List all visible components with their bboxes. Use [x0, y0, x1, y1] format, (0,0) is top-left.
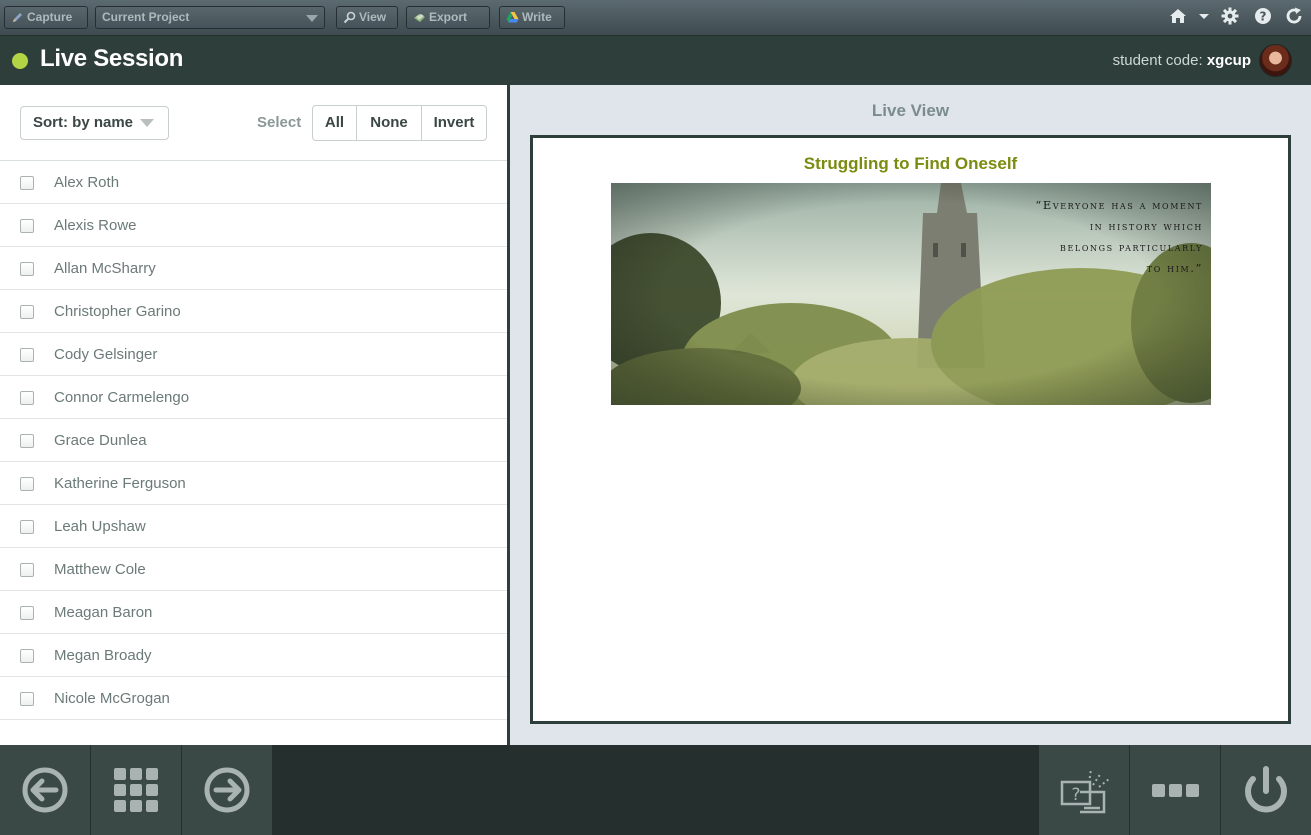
project-select[interactable]: Current Project	[95, 6, 325, 29]
more-button[interactable]	[1130, 745, 1220, 835]
sort-dropdown[interactable]: Sort: by name	[20, 106, 169, 140]
student-name: Nicole McGrogan	[54, 690, 170, 707]
student-name: Leah Upshaw	[54, 518, 146, 535]
student-name: Alexis Rowe	[54, 217, 137, 234]
quiz-icon: ?	[1060, 768, 1110, 814]
student-name: Meagan Baron	[54, 604, 153, 621]
previous-button[interactable]	[0, 745, 90, 835]
capture-button[interactable]: Capture	[4, 6, 88, 29]
arrow-left-icon	[22, 767, 68, 813]
grid-view-button[interactable]	[91, 745, 181, 835]
student-checkbox[interactable]	[20, 520, 34, 534]
student-name: Grace Dunlea	[54, 432, 147, 449]
student-name: Alex Roth	[54, 174, 120, 191]
select-all-button[interactable]: All	[313, 106, 356, 140]
slide-stage: Struggling to Find Oneself “Everyone has…	[530, 135, 1291, 724]
quiz-button[interactable]: ?	[1039, 745, 1129, 835]
bottom-bar: ?	[0, 745, 1311, 835]
student-checkbox[interactable]	[20, 477, 34, 491]
student-row[interactable]: Meagan Baron	[0, 591, 507, 634]
power-icon	[1245, 766, 1287, 813]
student-checkbox[interactable]	[20, 649, 34, 663]
student-checkbox[interactable]	[20, 348, 34, 362]
project-select-value: Current Project	[102, 10, 190, 24]
view-button[interactable]: View	[336, 6, 398, 29]
student-panel: Sort: by name Select All None Invert Ale…	[0, 85, 507, 745]
student-row[interactable]: Katherine Ferguson	[0, 462, 507, 505]
status-indicator	[12, 53, 28, 69]
slide-quote: “Everyone has a moment in history which …	[1035, 198, 1203, 275]
student-row[interactable]: Allan McSharry	[0, 247, 507, 290]
select-none-button[interactable]: None	[356, 106, 421, 140]
select-label: Select	[257, 114, 302, 131]
student-checkbox[interactable]	[20, 262, 34, 276]
student-row[interactable]: Megan Broady	[0, 634, 507, 677]
student-row[interactable]: Alex Roth	[0, 161, 507, 204]
slide-title: Struggling to Find Oneself	[803, 154, 1018, 173]
export-button[interactable]: Export	[406, 6, 490, 29]
student-checkbox[interactable]	[20, 391, 34, 405]
svg-text:?: ?	[1071, 785, 1080, 805]
student-name: Cody Gelsinger	[54, 346, 158, 363]
student-name: Katherine Ferguson	[54, 475, 186, 492]
session-title: Live Session	[40, 45, 184, 72]
drive-icon	[506, 12, 519, 23]
student-checkbox[interactable]	[20, 305, 34, 319]
student-checkbox[interactable]	[20, 434, 34, 448]
write-label: Write	[522, 10, 552, 24]
student-row[interactable]: Matthew Cole	[0, 548, 507, 591]
app-window: Capture Current Project View Export Writ…	[0, 0, 1311, 835]
chevron-down-icon[interactable]	[1194, 6, 1214, 26]
student-row[interactable]: Grace Dunlea	[0, 419, 507, 462]
export-icon	[414, 14, 425, 22]
student-row[interactable]: Leah Upshaw	[0, 505, 507, 548]
student-code-value: xgcup	[1206, 52, 1251, 69]
student-checkbox[interactable]	[20, 219, 34, 233]
session-header: Live Session student code: xgcup	[0, 36, 1311, 85]
student-row[interactable]: Alexis Rowe	[0, 204, 507, 247]
svg-text:?: ?	[1260, 10, 1267, 24]
chevron-down-icon	[140, 119, 154, 127]
top-toolbar: Capture Current Project View Export Writ…	[0, 0, 1311, 36]
grid-icon	[114, 768, 158, 812]
student-name: Christopher Garino	[54, 303, 181, 320]
student-name: Matthew Cole	[54, 561, 146, 578]
arrow-right-icon	[204, 767, 250, 813]
student-checkbox[interactable]	[20, 563, 34, 577]
export-label: Export	[429, 10, 468, 24]
student-checkbox[interactable]	[20, 692, 34, 706]
student-list: Alex Roth Alexis Rowe Allan McSharry Chr…	[0, 160, 507, 720]
slide-image: “Everyone has a moment in history which …	[611, 183, 1211, 405]
write-button[interactable]: Write	[499, 6, 565, 29]
select-invert-button[interactable]: Invert	[421, 106, 486, 140]
capture-label: Capture	[27, 10, 73, 24]
home-icon[interactable]	[1168, 6, 1188, 26]
student-code-label: student code:	[1112, 52, 1203, 69]
gear-icon[interactable]	[1220, 6, 1240, 26]
avatar[interactable]	[1259, 44, 1292, 77]
view-label: View	[359, 10, 387, 24]
live-view-panel: Live View Struggling to Find Oneself “Ev…	[510, 85, 1311, 745]
live-view-label: Live View	[871, 101, 950, 120]
student-checkbox[interactable]	[20, 606, 34, 620]
more-icon	[1152, 784, 1199, 797]
select-segmented-control: All None Invert	[312, 105, 487, 141]
student-code: student code: xgcup	[1113, 52, 1251, 69]
student-name: Megan Broady	[54, 647, 152, 664]
student-row[interactable]: Nicole McGrogan	[0, 677, 507, 720]
chevron-down-icon	[306, 15, 318, 22]
pencil-icon	[13, 13, 22, 22]
magnifier-icon	[343, 11, 356, 24]
student-row[interactable]: Cody Gelsinger	[0, 333, 507, 376]
help-icon[interactable]: ?	[1253, 6, 1273, 26]
next-button[interactable]	[182, 745, 272, 835]
student-name: Allan McSharry	[54, 260, 156, 277]
student-checkbox[interactable]	[20, 176, 34, 190]
student-row[interactable]: Connor Carmelengo	[0, 376, 507, 419]
refresh-icon[interactable]	[1284, 6, 1304, 26]
student-row[interactable]: Christopher Garino	[0, 290, 507, 333]
power-button[interactable]	[1221, 745, 1311, 835]
sort-label: Sort: by name	[33, 114, 134, 131]
student-name: Connor Carmelengo	[54, 389, 190, 406]
